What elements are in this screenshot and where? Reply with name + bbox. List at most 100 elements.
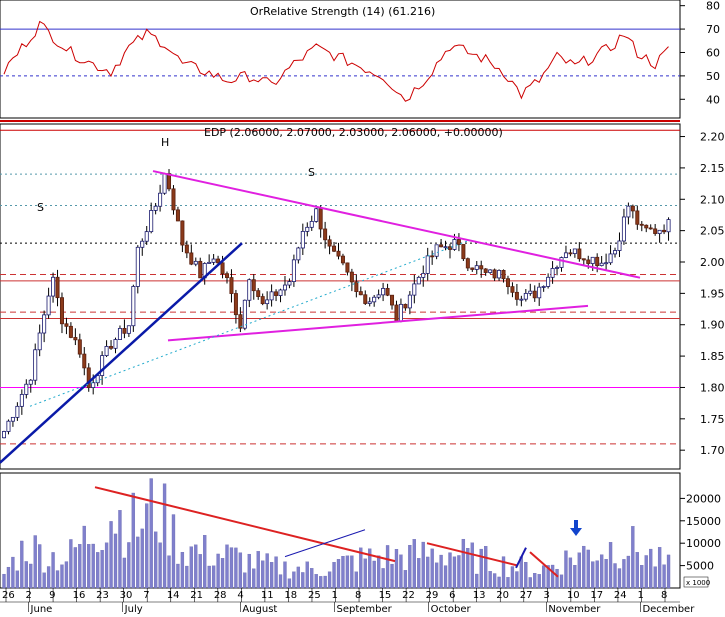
candle-body [242, 299, 247, 329]
volume-bar [158, 542, 162, 589]
volume-bar [149, 478, 153, 589]
candle-body [505, 278, 510, 288]
candle-body [635, 210, 640, 225]
candle-body [180, 220, 185, 246]
candle-body [109, 346, 114, 349]
volume-bar [475, 573, 479, 589]
candle-body [318, 208, 323, 230]
volume-bar [434, 562, 439, 589]
candle-body [260, 296, 265, 305]
candle-body [412, 283, 417, 296]
volume-scale-note: x 1000 [686, 579, 710, 587]
volume-bar [60, 564, 64, 589]
candle-body [532, 290, 537, 299]
candle-body [550, 268, 555, 278]
volume-bar [653, 566, 657, 589]
candle-body [416, 276, 421, 285]
volume-bar [341, 556, 345, 589]
date-tick-label: 28 [214, 590, 227, 601]
date-tick-label: 8 [661, 590, 667, 601]
candle-body [19, 394, 24, 407]
date-tick-label: 9 [49, 590, 55, 601]
volume-bar [617, 568, 622, 589]
candle-body [149, 210, 154, 233]
volume-bar [301, 572, 305, 589]
volume-bar [626, 555, 631, 589]
volume-bar [55, 570, 60, 589]
volume-bar [323, 575, 327, 589]
candle-body [488, 269, 493, 273]
price-tick-label: 1.70 [700, 444, 725, 457]
candle-body [403, 303, 408, 309]
candle-body [229, 277, 234, 294]
candle-body [581, 258, 586, 261]
candle-body [452, 239, 457, 250]
candle-body [639, 223, 644, 226]
volume-bar [599, 554, 604, 589]
rsi-title: OrRelative Strength (14) (61.216) [250, 5, 435, 18]
candle-body [309, 220, 314, 228]
candle-body [555, 267, 560, 269]
volume-bar [292, 571, 296, 589]
volume-bar [457, 555, 461, 589]
volume-bar [631, 526, 635, 589]
volume-bar [131, 492, 135, 589]
candle-body [470, 267, 475, 270]
rsi-tick-label: 60 [706, 46, 720, 59]
candle-body [59, 297, 64, 325]
candle-body [608, 253, 613, 264]
candle-body [126, 325, 131, 334]
volume-bar [555, 568, 559, 589]
month-label: June [30, 604, 53, 615]
volume-bar [492, 573, 497, 589]
date-tick-label: 22 [402, 590, 415, 601]
volume-bar [310, 568, 314, 589]
candle-body [265, 299, 270, 305]
date-tick-label: 20 [496, 590, 509, 601]
volume-bar [586, 549, 590, 589]
volume-bar [51, 552, 55, 589]
price-tick-label: 1.85 [700, 350, 725, 363]
candle-body [657, 229, 662, 234]
volume-bar [550, 564, 555, 589]
volume-bar [78, 544, 82, 589]
volume-bar [91, 543, 95, 589]
volume-bar [136, 536, 140, 589]
volume-bar [243, 572, 247, 589]
candle-body [479, 265, 484, 270]
date-tick-label: 4 [237, 590, 243, 601]
candle-body [140, 240, 145, 248]
volume-bar [528, 577, 532, 589]
candle-body [577, 248, 582, 260]
candle-body [291, 259, 296, 282]
volume-bar [69, 539, 73, 589]
date-tick-label: 11 [261, 590, 274, 601]
date-tick-label: 26 [2, 590, 15, 601]
volume-bar [140, 528, 144, 589]
candle-body [33, 349, 38, 381]
volume-bar [64, 561, 69, 589]
candle-body [501, 269, 506, 280]
volume-bar [497, 576, 501, 589]
candle-body [630, 205, 635, 212]
candle-body [287, 281, 292, 286]
volume-bar [185, 565, 189, 589]
candle-body [305, 226, 310, 232]
volume-bar [203, 535, 207, 589]
candle-body [144, 231, 149, 242]
candle-body [434, 244, 439, 257]
candle-body [376, 294, 381, 298]
candle-body [167, 173, 172, 190]
candle-body [158, 192, 163, 207]
candle-body [198, 260, 203, 279]
volume-bar [29, 563, 33, 589]
volume-bar [524, 561, 528, 589]
volume-bar [2, 573, 6, 589]
date-tick-label: 27 [520, 590, 533, 601]
volume-bar [622, 559, 626, 589]
candle-body [644, 224, 649, 229]
volume-bar [211, 565, 216, 589]
candle-body [537, 286, 542, 299]
month-label: December [642, 604, 695, 615]
volume-bar [484, 546, 488, 589]
